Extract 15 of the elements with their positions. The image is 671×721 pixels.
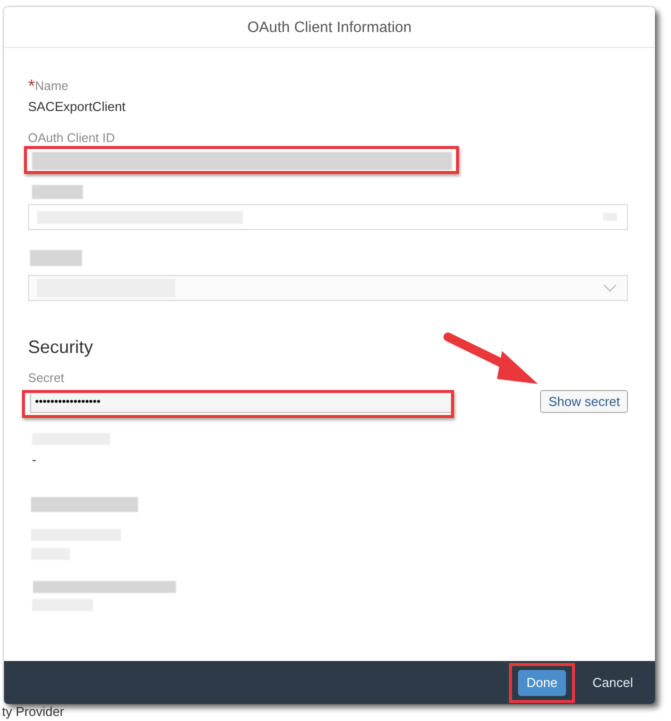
field-label: OAuth Client ID xyxy=(28,130,116,146)
cancel-button[interactable]: Cancel xyxy=(584,670,641,696)
redacted-label xyxy=(32,185,83,199)
field-value: - xyxy=(32,451,38,469)
dialog-title: OAuth Client Information xyxy=(247,18,412,36)
chevron-down-icon xyxy=(603,284,617,292)
field-label: Secret xyxy=(28,370,66,386)
background-text: ty Provider xyxy=(2,704,64,719)
show-secret-button[interactable]: Show secret xyxy=(540,390,628,413)
redacted-label xyxy=(30,250,82,266)
section-heading: Security xyxy=(28,337,94,358)
field-label: Name xyxy=(35,79,68,93)
dropdown[interactable] xyxy=(28,275,628,301)
field-value: SACExportClient xyxy=(28,98,127,116)
required-mark: * xyxy=(28,76,36,96)
